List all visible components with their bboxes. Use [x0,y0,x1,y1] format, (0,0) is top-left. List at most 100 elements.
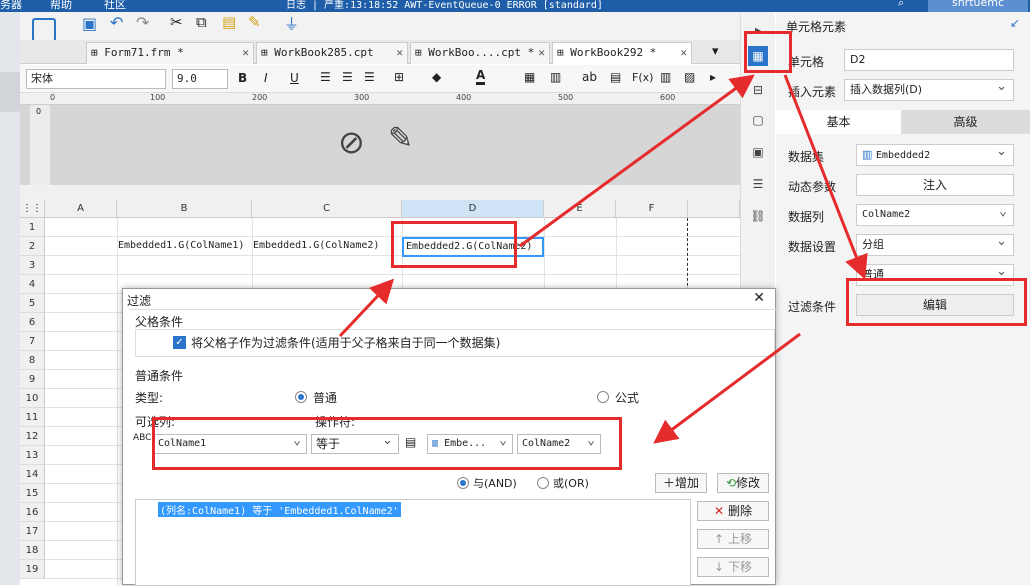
split-icon[interactable]: ▥ [550,70,561,84]
close-icon[interactable]: ✕ [753,290,765,306]
undo-icon[interactable]: ↶ [110,13,123,32]
row-header[interactable]: 3 [20,256,45,275]
row-header[interactable]: 14 [20,465,45,484]
hide-icon[interactable]: ⊘ [338,123,365,161]
and-radio[interactable] [457,477,469,489]
menu-server[interactable]: 务器 [0,0,22,12]
modify-button[interactable]: ⟲修改 [717,473,769,493]
column-select[interactable]: ColName1 [153,434,307,454]
condition-item[interactable]: (列名:ColName1) 等于 'Embedded1.ColName2' [158,502,401,517]
close-icon[interactable]: ✕ [538,43,545,63]
type-normal-radio[interactable] [295,391,307,403]
select-all-corner[interactable]: ⋮⋮ [20,200,45,218]
column-select[interactable]: ColName2 [856,204,1014,226]
column-header-d[interactable]: D [402,200,544,218]
widget-icon[interactable]: ▢ [748,110,768,130]
target-dataset-select[interactable]: ▥ Embe... [427,434,513,454]
more-icon[interactable]: ▸ [710,70,716,84]
redo-icon[interactable]: ↷ [136,13,149,32]
type-formula-radio[interactable] [597,391,609,403]
add-button[interactable]: ＋增加 [655,473,707,493]
italic-button[interactable]: I [264,71,268,85]
bold-button[interactable]: B [238,71,247,85]
cell-d2[interactable]: Embedded2.G(ColName2) [402,237,544,257]
pencil-icon[interactable]: ✎ [388,121,413,156]
text-color-button[interactable]: A [476,68,486,85]
move-down-button[interactable]: ↓ 下移 [697,557,769,577]
image-icon[interactable]: ▨ [684,70,695,84]
text-ab-button[interactable]: ab [582,70,597,84]
menu-community[interactable]: 社区 [104,0,126,12]
collapse-icon[interactable]: ▸ [748,20,768,40]
filter-edit-button[interactable]: 编辑 [856,294,1014,316]
tab-workbook285[interactable]: ⊞ WorkBook285.cpt ✕ [256,42,408,64]
row-header[interactable]: 10 [20,389,45,408]
or-radio[interactable] [537,477,549,489]
row-header[interactable]: 8 [20,351,45,370]
value-type-icon[interactable]: ▤ [405,435,416,449]
underline-button[interactable]: U [290,71,299,85]
row-header[interactable]: 12 [20,427,45,446]
plugin-icon[interactable]: ⏚ [284,13,299,34]
row-header[interactable]: 4 [20,275,45,294]
target-column-select[interactable]: ColName2 [517,434,601,454]
fill-color-icon[interactable]: ◆ [432,70,441,84]
save-icon[interactable]: ▣ [82,14,97,33]
row-header[interactable]: 18 [20,541,45,560]
close-icon[interactable]: ✕ [680,43,687,63]
border-icon[interactable]: ⊞ [394,70,404,84]
condition-icon[interactable]: ☰ [748,174,768,194]
row-header[interactable]: 5 [20,294,45,313]
form-icon[interactable]: ▣ [748,142,768,162]
user-badge[interactable]: shrtuemc [928,0,1028,12]
cell-element-icon[interactable]: ▦ [748,46,768,66]
search-icon[interactable]: ⌕ [898,0,904,10]
pin-icon[interactable]: ↙ [1010,16,1020,30]
column-header-c[interactable]: C [252,200,402,218]
cell-b2[interactable]: Embedded1.G(ColName1) [118,240,244,251]
align-left-icon[interactable]: ☰ [320,70,331,84]
align-right-icon[interactable]: ☰ [364,70,375,84]
row-header[interactable]: 13 [20,446,45,465]
grouping-mode-select[interactable]: 普通 [856,264,1014,286]
row-header[interactable]: 6 [20,313,45,332]
formula-button[interactable]: F(x) [632,71,653,84]
row-header[interactable]: 9 [20,370,45,389]
cut-icon[interactable]: ✂ [170,13,183,31]
tab-list-icon[interactable]: ▾ [712,44,719,59]
row-header[interactable]: 16 [20,503,45,522]
delete-button[interactable]: ✕ 删除 [697,501,769,521]
format-painter-icon[interactable]: ✎ [248,13,261,31]
move-up-button[interactable]: ↑ 上移 [697,529,769,549]
cell-c2[interactable]: Embedded1.G(ColName2) [253,240,379,251]
template-icon[interactable] [32,18,56,42]
font-family-select[interactable]: 宋体 [26,69,166,89]
tab-workbook292[interactable]: ⊞ WorkBook292 * ✕ [552,42,692,64]
column-header-f[interactable]: F [616,200,688,218]
row-header[interactable]: 17 [20,522,45,541]
chart-icon[interactable]: ▥ [660,70,671,84]
paste-icon[interactable]: ▤ [222,13,236,31]
tab-workbook-trunc[interactable]: ⊞ WorkBoo....cpt * ✕ [410,42,550,64]
row-header[interactable]: 19 [20,560,45,579]
column-header-b[interactable]: B [117,200,252,218]
column-header-g[interactable] [688,200,740,218]
tab-form71[interactable]: ⊞ Form71.frm * ✕ [86,42,254,64]
row-header[interactable]: 11 [20,408,45,427]
font-size-select[interactable]: 9.0 [172,69,228,89]
grid-format-icon[interactable]: ▤ [610,70,621,84]
cell-field[interactable]: D2 [844,49,1014,71]
row-header[interactable]: 2 [20,237,45,256]
merge-icon[interactable]: ▦ [524,70,535,84]
condition-tree[interactable]: (列名:ColName1) 等于 'Embedded1.ColName2' [135,499,691,586]
tab-basic[interactable]: 基本 [776,110,901,134]
column-header-a[interactable]: A [45,200,117,218]
row-header[interactable]: 15 [20,484,45,503]
insert-element-select[interactable]: 插入数据列(D) [844,79,1014,101]
parent-checkbox[interactable]: ✓ [173,336,186,349]
close-icon[interactable]: ✕ [242,43,249,63]
column-header-e[interactable]: E [544,200,616,218]
cell-attribute-icon[interactable]: ⊟ [748,80,768,100]
close-icon[interactable]: ✕ [396,43,403,63]
dataset-select[interactable]: ▥ Embedded2 [856,144,1014,166]
